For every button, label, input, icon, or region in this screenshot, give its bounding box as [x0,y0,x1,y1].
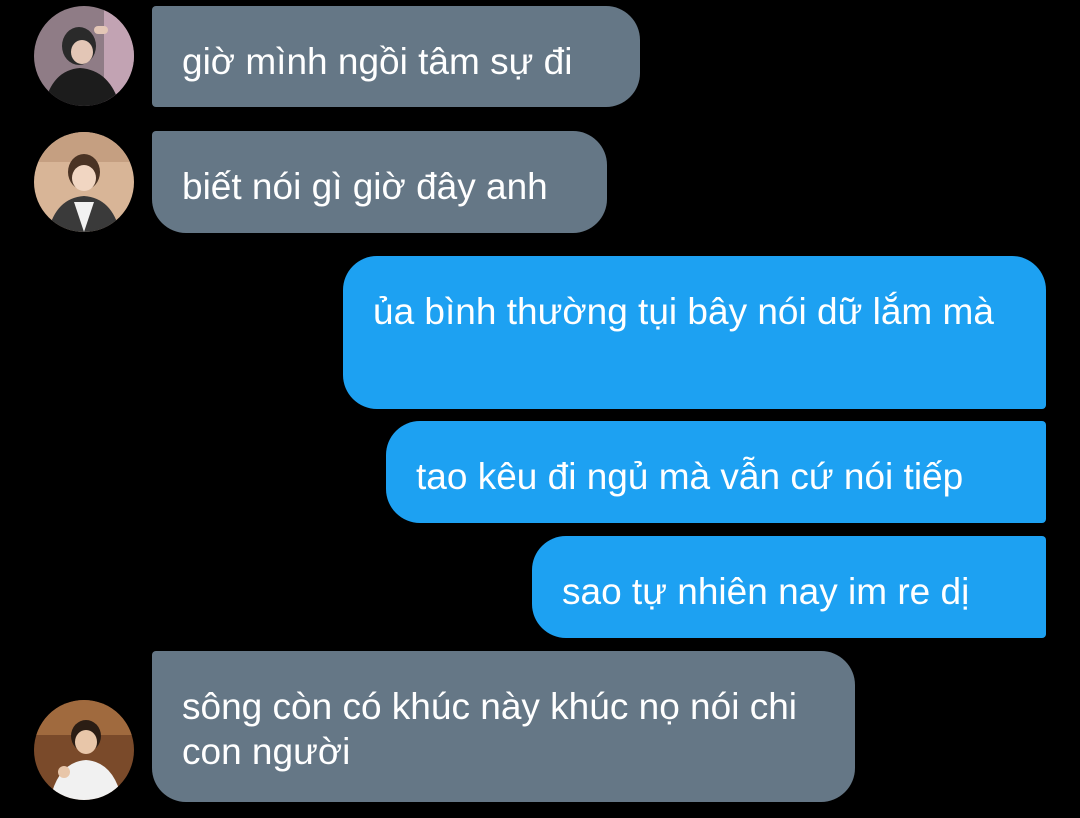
message-text: biết nói gì giờ đây anh [182,166,548,207]
avatar-photo-icon [34,700,134,800]
sender-avatar[interactable] [34,132,134,232]
sender-avatar[interactable] [34,6,134,106]
message-bubble-outgoing[interactable]: tao kêu đi ngủ mà vẫn cứ nói tiếp [386,421,1046,523]
message-text: sông còn có khúc này khúc nọ nói chi con… [182,686,797,772]
sender-avatar[interactable] [34,700,134,800]
avatar-photo-icon [34,132,134,232]
message-text: giờ mình ngồi tâm sự đi [182,41,573,82]
message-bubble-outgoing[interactable]: sao tự nhiên nay im re dị [532,536,1046,638]
message-text: sao tự nhiên nay im re dị [562,571,970,612]
message-bubble-outgoing[interactable]: ủa bình thường tụi bây nói dữ lắm mà [343,256,1046,409]
message-bubble-incoming[interactable]: biết nói gì giờ đây anh [152,131,607,233]
message-text: tao kêu đi ngủ mà vẫn cứ nói tiếp [416,456,964,497]
message-text: ủa bình thường tụi bây nói dữ lắm mà [373,291,994,332]
avatar-photo-icon [34,6,134,106]
message-bubble-incoming[interactable]: giờ mình ngồi tâm sự đi [152,6,640,107]
message-bubble-incoming[interactable]: sông còn có khúc này khúc nọ nói chi con… [152,651,855,802]
